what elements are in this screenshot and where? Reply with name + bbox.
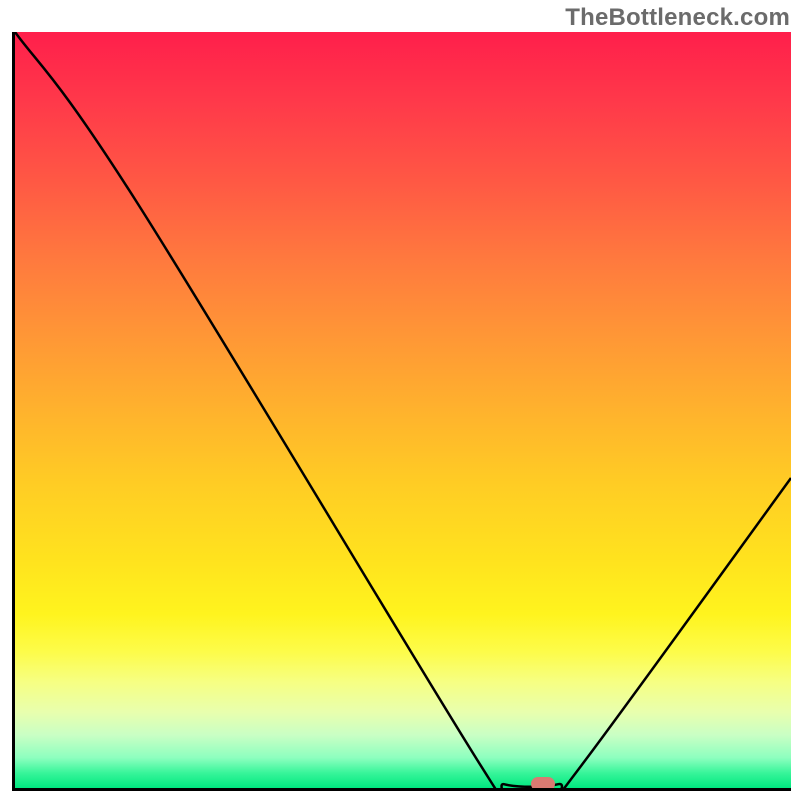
watermark-text: TheBottleneck.com <box>565 4 790 32</box>
plot-area <box>12 32 791 791</box>
chart-container: TheBottleneck.com <box>0 0 800 800</box>
bottleneck-curve <box>15 32 791 788</box>
optimal-point-marker <box>531 777 555 791</box>
